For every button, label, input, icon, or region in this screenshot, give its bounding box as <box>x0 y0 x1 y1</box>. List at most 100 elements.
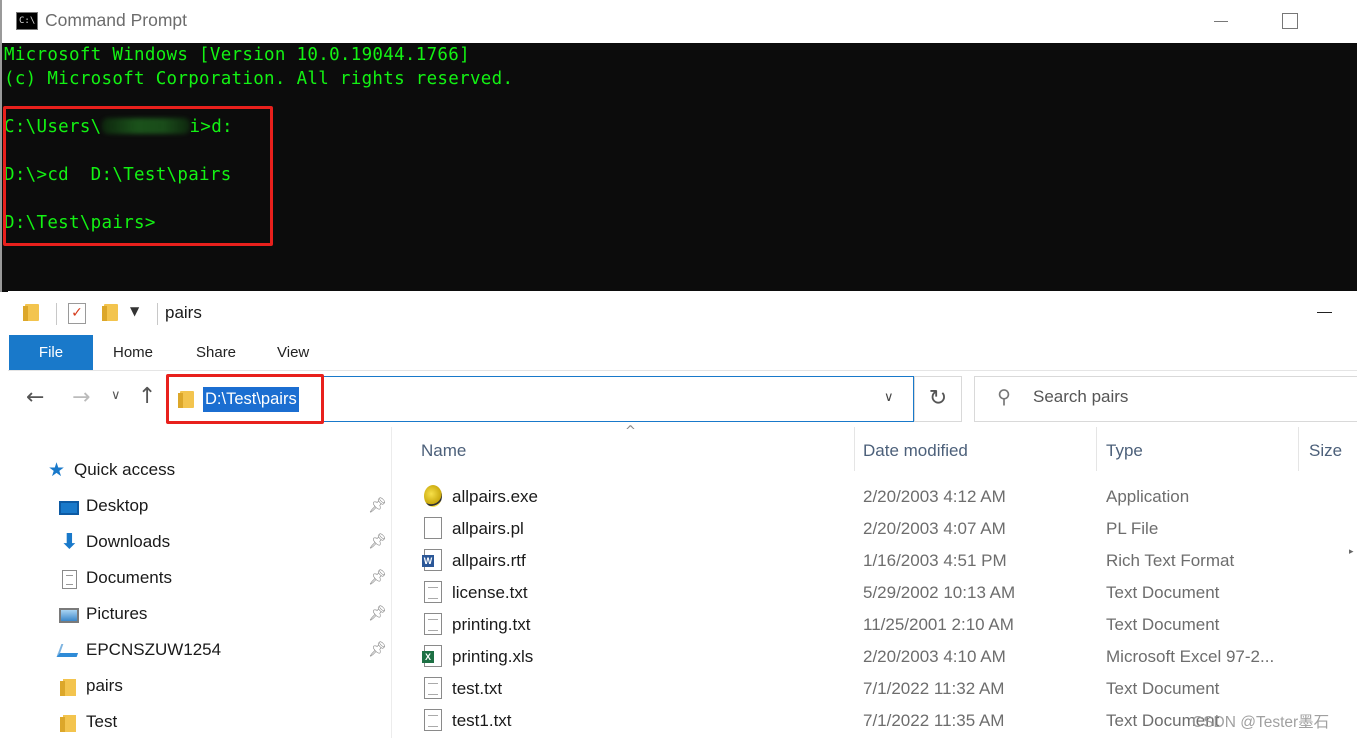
sidebar-item-documents[interactable]: Documents 📌︎ <box>8 562 392 596</box>
text-file-icon <box>424 581 442 603</box>
file-type: Application <box>1106 487 1190 506</box>
minimize-button[interactable] <box>1198 0 1244 43</box>
tab-file[interactable]: File <box>9 335 93 370</box>
file-name: printing.txt <box>452 615 531 634</box>
file-date: 2/20/2003 4:10 AM <box>863 647 1006 666</box>
file-icon <box>424 517 442 539</box>
file-date: 2/20/2003 4:12 AM <box>863 487 1006 506</box>
file-type: Microsoft Excel 97-2... <box>1106 647 1275 666</box>
command-prompt-window[interactable]: C:\ Command Prompt Microsoft Windows [Ve… <box>0 0 1357 292</box>
file-row[interactable]: printing.txt 11/25/2001 2:10 AM Text Doc… <box>393 609 1357 641</box>
address-dropdown-chevron-icon[interactable]: ∨ <box>884 390 894 405</box>
folder-icon <box>60 715 76 732</box>
tab-home[interactable]: Home <box>113 335 153 370</box>
file-name: test.txt <box>452 679 503 698</box>
file-name: allpairs.rtf <box>452 551 526 570</box>
sidebar-item-test[interactable]: Test <box>8 706 392 738</box>
sidebar-item-label: Test <box>86 712 118 731</box>
quick-access-toolbar: ✓ ▼ pairs <box>8 291 1357 335</box>
close-button[interactable] <box>1336 0 1357 43</box>
column-header-type[interactable]: Type <box>1106 441 1143 461</box>
text-file-icon <box>424 613 442 635</box>
file-type: Text Document <box>1106 583 1220 602</box>
exe-icon <box>424 485 442 507</box>
sidebar-item-label: Downloads <box>86 532 171 551</box>
sidebar-item-label: Pictures <box>86 604 148 623</box>
excel-icon <box>422 645 442 667</box>
sidebar-item-pictures[interactable]: Pictures 📌︎ <box>8 598 392 632</box>
column-header-date[interactable]: Date modified <box>863 441 968 461</box>
documents-icon <box>62 570 77 589</box>
recent-locations-chevron-icon[interactable]: ∨ <box>111 388 121 403</box>
sidebar-item-label: EPCNSZUW1254 <box>86 640 222 659</box>
column-divider[interactable] <box>1096 427 1097 471</box>
scroll-indicator-icon[interactable]: ▸ <box>1349 547 1354 557</box>
cmd-highlight-box <box>3 106 273 246</box>
column-header-size[interactable]: Size <box>1309 441 1342 461</box>
column-divider[interactable] <box>854 427 855 471</box>
sidebar-item-downloads[interactable]: ⬇ Downloads 📌︎ <box>8 526 392 560</box>
ribbon-tabs: File Home Share View <box>8 335 1357 371</box>
file-date: 11/25/2001 2:10 AM <box>863 615 1014 634</box>
properties-icon[interactable]: ✓ <box>68 303 86 324</box>
computer-icon <box>56 644 82 657</box>
search-input[interactable] <box>1033 387 1333 407</box>
sort-ascending-icon: ^ <box>625 424 636 439</box>
sidebar-item-label: Quick access <box>74 460 176 479</box>
tab-share[interactable]: Share <box>196 335 236 370</box>
search-icon: ⚲ <box>997 386 1011 408</box>
up-arrow-icon[interactable]: ↑ <box>138 384 156 409</box>
cmd-app-icon: C:\ <box>16 12 38 30</box>
explorer-window-title: pairs <box>165 303 202 322</box>
sidebar-item-label: Documents <box>86 568 172 587</box>
text-file-icon <box>424 677 442 699</box>
watermark: CSDN @Tester墨石 <box>1192 714 1330 731</box>
column-header-name[interactable]: Name <box>421 441 466 461</box>
file-row[interactable]: allpairs.rtf 1/16/2003 4:51 PM Rich Text… <box>393 545 1357 577</box>
cmd-titlebar[interactable]: C:\ Command Prompt <box>2 0 1357 43</box>
pin-icon[interactable]: 📌︎ <box>368 604 387 622</box>
file-name: allpairs.pl <box>452 519 524 538</box>
navigation-pane: ★ Quick access Desktop 📌︎ ⬇ Downloads 📌︎… <box>8 427 392 738</box>
sidebar-item-quick-access[interactable]: ★ Quick access <box>8 454 392 488</box>
pictures-icon <box>59 608 79 623</box>
sidebar-item-computer[interactable]: EPCNSZUW1254 📌︎ <box>8 634 392 668</box>
console-line: (c) Microsoft Corporation. All rights re… <box>4 69 514 89</box>
file-row[interactable]: printing.xls 2/20/2003 4:10 AM Microsoft… <box>393 641 1357 673</box>
word-icon <box>422 549 442 571</box>
new-folder-icon[interactable] <box>102 304 118 321</box>
file-row[interactable]: test.txt 7/1/2022 11:32 AM Text Document <box>393 673 1357 705</box>
pin-icon[interactable]: 📌︎ <box>368 532 387 550</box>
pin-icon[interactable]: 📌︎ <box>368 496 387 514</box>
file-row[interactable]: allpairs.exe 2/20/2003 4:12 AM Applicati… <box>393 481 1357 513</box>
file-date: 7/1/2022 11:32 AM <box>863 679 1005 698</box>
sidebar-item-label: Desktop <box>86 496 149 515</box>
file-row[interactable]: allpairs.pl 2/20/2003 4:07 AM PL File <box>393 513 1357 545</box>
file-date: 1/16/2003 4:51 PM <box>863 551 1007 570</box>
file-explorer-window[interactable]: ✓ ▼ pairs File Home Share View ← → ∨ ↑ D… <box>8 291 1357 738</box>
pin-icon[interactable]: 📌︎ <box>368 568 387 586</box>
back-arrow-icon[interactable]: ← <box>26 385 44 410</box>
file-name: test1.txt <box>452 711 512 730</box>
cmd-window-title: Command Prompt <box>45 10 187 30</box>
file-type: PL File <box>1106 519 1159 538</box>
sidebar-item-pairs[interactable]: pairs <box>8 670 392 704</box>
refresh-icon[interactable]: ↻ <box>914 376 962 422</box>
sidebar-item-label: pairs <box>86 676 123 695</box>
file-date: 5/29/2002 10:13 AM <box>863 583 1016 602</box>
folder-icon <box>60 679 76 696</box>
maximize-button[interactable] <box>1268 0 1314 43</box>
forward-arrow-icon[interactable]: → <box>72 385 90 410</box>
console-line: Microsoft Windows [Version 10.0.19044.17… <box>4 45 470 65</box>
minimize-button[interactable] <box>1317 312 1332 313</box>
search-box[interactable]: ⚲ <box>974 376 1357 422</box>
text-file-icon <box>424 709 442 731</box>
pin-icon[interactable]: 📌︎ <box>368 640 387 658</box>
folder-icon <box>23 304 39 321</box>
tab-view[interactable]: View <box>277 335 309 370</box>
sidebar-item-desktop[interactable]: Desktop 📌︎ <box>8 490 392 524</box>
customize-toolbar-icon[interactable]: ▼ <box>130 304 139 318</box>
column-divider[interactable] <box>1298 427 1299 471</box>
file-name: license.txt <box>452 583 528 602</box>
file-row[interactable]: license.txt 5/29/2002 10:13 AM Text Docu… <box>393 577 1357 609</box>
